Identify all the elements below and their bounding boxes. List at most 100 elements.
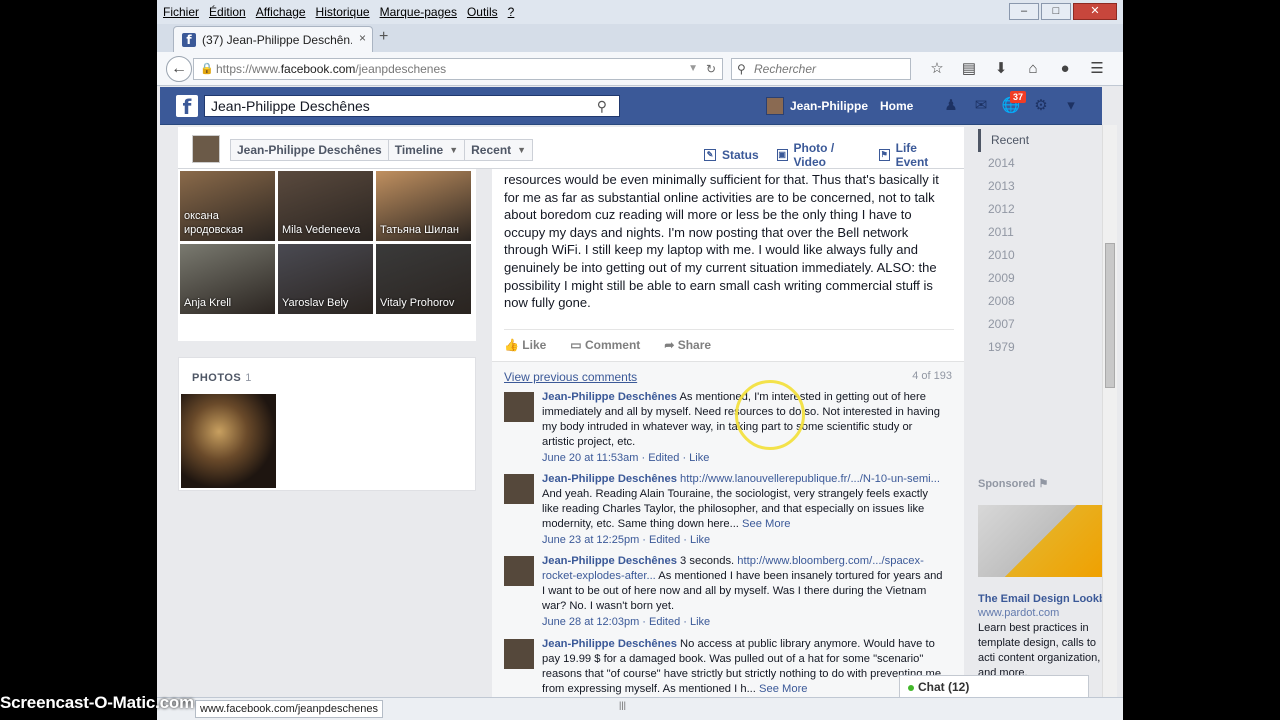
menu-item[interactable]: ?: [508, 5, 515, 19]
sponsored-heading: Sponsored ⚑: [978, 477, 1048, 490]
menu-item[interactable]: Marque-pages: [380, 5, 457, 19]
timeline-dropdown[interactable]: Timeline ▼: [387, 139, 466, 161]
year-link[interactable]: 2012: [978, 198, 1102, 221]
avatar[interactable]: [504, 392, 534, 422]
home-link[interactable]: Home: [880, 99, 913, 113]
comment-author[interactable]: Jean-Philippe Deschênes: [542, 391, 677, 403]
share-button[interactable]: ➦ Share: [664, 338, 711, 352]
close-button[interactable]: ✕: [1073, 3, 1117, 20]
see-more-link[interactable]: See More: [742, 518, 791, 530]
menu-item[interactable]: Affichage: [256, 5, 306, 19]
composer-options: ✎ Status ▣ Photo / Video ⚑ Life Event: [704, 141, 964, 169]
year-link[interactable]: 1979: [978, 336, 1102, 359]
browser-search-input[interactable]: ⚲ Rechercher: [731, 58, 911, 80]
ad-url[interactable]: www.pardot.com: [978, 607, 1059, 619]
recent-label: Recent: [471, 143, 512, 157]
comment-author[interactable]: Jean-Philippe Deschênes: [542, 473, 677, 485]
year-link[interactable]: 2007: [978, 313, 1102, 336]
year-link[interactable]: Recent: [978, 129, 1102, 152]
magnifier-icon[interactable]: ⚲: [597, 96, 607, 116]
notifications-icon[interactable]: 🌐 37: [996, 91, 1026, 117]
comment-like-link[interactable]: Like: [689, 452, 709, 464]
photos-heading[interactable]: PHOTOS 1: [192, 372, 252, 384]
friend-tile[interactable]: Anja Krell: [180, 244, 275, 314]
recent-dropdown[interactable]: Recent ▼: [464, 139, 534, 161]
browser-tab[interactable]: f (37) Jean-Philippe Deschên... ×: [173, 26, 373, 52]
reading-list-icon[interactable]: ▤: [953, 58, 985, 80]
friend-tile[interactable]: Yaroslav Bely: [278, 244, 373, 314]
timeline-label: Timeline: [394, 143, 444, 157]
friend-tile[interactable]: Татьяна Шилан: [376, 171, 471, 241]
menu-item[interactable]: Historique: [316, 5, 370, 19]
comment-date[interactable]: June 23 at 12:25pm: [542, 534, 639, 546]
comment-author[interactable]: Jean-Philippe Deschênes: [542, 555, 677, 567]
privacy-icon[interactable]: ⚙: [1026, 95, 1056, 117]
comment-like-link[interactable]: Like: [690, 534, 710, 546]
comment-link[interactable]: http://www.lanouvellerepublique.fr/.../N…: [680, 473, 940, 485]
menu-item[interactable]: Fichier: [163, 5, 199, 19]
year-link[interactable]: 2014: [978, 152, 1102, 175]
photo-thumbnail[interactable]: [181, 394, 276, 488]
chat-icon[interactable]: ●: [1049, 58, 1081, 80]
navigation-bar: ← 🔒 https://www.facebook.com/jeanpdesche…: [157, 52, 1123, 86]
status-button[interactable]: ✎ Status: [704, 141, 759, 169]
life-event-button[interactable]: ⚑ Life Event: [878, 141, 946, 169]
comment-date[interactable]: June 28 at 12:03pm: [542, 616, 639, 628]
comment-button[interactable]: ▭ Comment: [570, 338, 640, 352]
menu-icon[interactable]: ☰: [1081, 58, 1113, 80]
avatar[interactable]: [192, 135, 220, 163]
like-button[interactable]: 👍 Like: [504, 338, 546, 352]
facebook-search-input[interactable]: Jean-Philippe Deschênes ⚲: [204, 95, 620, 117]
see-more-link[interactable]: See More: [759, 683, 808, 695]
menu-item[interactable]: Outils: [467, 5, 498, 19]
friend-name: Vitaly Prohorov: [380, 297, 455, 309]
comment-meta: June 28 at 12:03pm · Edited · Like: [542, 615, 946, 630]
avatar[interactable]: [504, 474, 534, 504]
settings-chevron-icon[interactable]: ▾: [1056, 95, 1086, 117]
url-bar[interactable]: 🔒 https://www.facebook.com/jeanpdeschene…: [193, 58, 723, 80]
watermark: Screencast-O-Matic.com: [0, 693, 195, 712]
profile-name-button[interactable]: Jean-Philippe Deschênes: [230, 139, 389, 161]
minimize-button[interactable]: –: [1009, 3, 1039, 20]
new-tab-button[interactable]: +: [379, 28, 388, 46]
ad-image[interactable]: [978, 505, 1102, 577]
reload-icon[interactable]: ↻: [706, 59, 716, 79]
bookmark-star-icon[interactable]: ☆: [921, 58, 953, 80]
comment-date[interactable]: June 20 at 11:53am: [542, 452, 638, 464]
page-content: Jean-Philippe Deschênes Timeline ▼ Recent…: [160, 125, 1102, 697]
view-previous-comments-link[interactable]: View previous comments: [504, 370, 637, 384]
year-link[interactable]: 2011: [978, 221, 1102, 244]
comment-author[interactable]: Jean-Philippe Deschênes: [542, 638, 677, 650]
timeline-post: resources would be even minimally suffic…: [492, 169, 964, 697]
avatar[interactable]: [504, 556, 534, 586]
home-icon[interactable]: ⌂: [1017, 58, 1049, 80]
dropdown-icon[interactable]: ▼: [688, 59, 698, 79]
tab-close-icon[interactable]: ×: [359, 31, 366, 45]
scroll-thumb[interactable]: [1105, 243, 1115, 388]
ad-title[interactable]: The Email Design Lookbo: [978, 593, 1102, 605]
chevron-down-icon: ▼: [449, 145, 459, 155]
facebook-logo-icon[interactable]: f: [176, 95, 198, 119]
year-link[interactable]: 2009: [978, 267, 1102, 290]
avatar[interactable]: [504, 639, 534, 669]
friend-tile[interactable]: оксана иродовская: [180, 171, 275, 241]
friend-tile[interactable]: Mila Vedeneeva: [278, 171, 373, 241]
vertical-scrollbar[interactable]: [1102, 125, 1117, 697]
user-name: Jean-Philippe: [790, 99, 869, 113]
profile-link[interactable]: Jean-Philippe: [766, 97, 868, 115]
comment-like-link[interactable]: Like: [690, 616, 710, 628]
year-link[interactable]: 2013: [978, 175, 1102, 198]
friend-tile[interactable]: Vitaly Prohorov: [376, 244, 471, 314]
year-link[interactable]: 2010: [978, 244, 1102, 267]
back-button[interactable]: ←: [166, 56, 192, 82]
friend-requests-icon[interactable]: ♟: [936, 95, 966, 117]
friend-name: Татьяна Шилан: [380, 224, 459, 236]
menu-item[interactable]: Édition: [209, 5, 246, 19]
maximize-button[interactable]: □: [1041, 3, 1071, 20]
year-link[interactable]: 2008: [978, 290, 1102, 313]
photo-video-button[interactable]: ▣ Photo / Video: [776, 141, 861, 169]
ad-icon: ⚑: [1038, 478, 1049, 490]
download-icon[interactable]: ⬇: [985, 58, 1017, 80]
messages-icon[interactable]: ✉: [966, 95, 996, 117]
chat-bar[interactable]: Chat (12): [899, 675, 1089, 699]
